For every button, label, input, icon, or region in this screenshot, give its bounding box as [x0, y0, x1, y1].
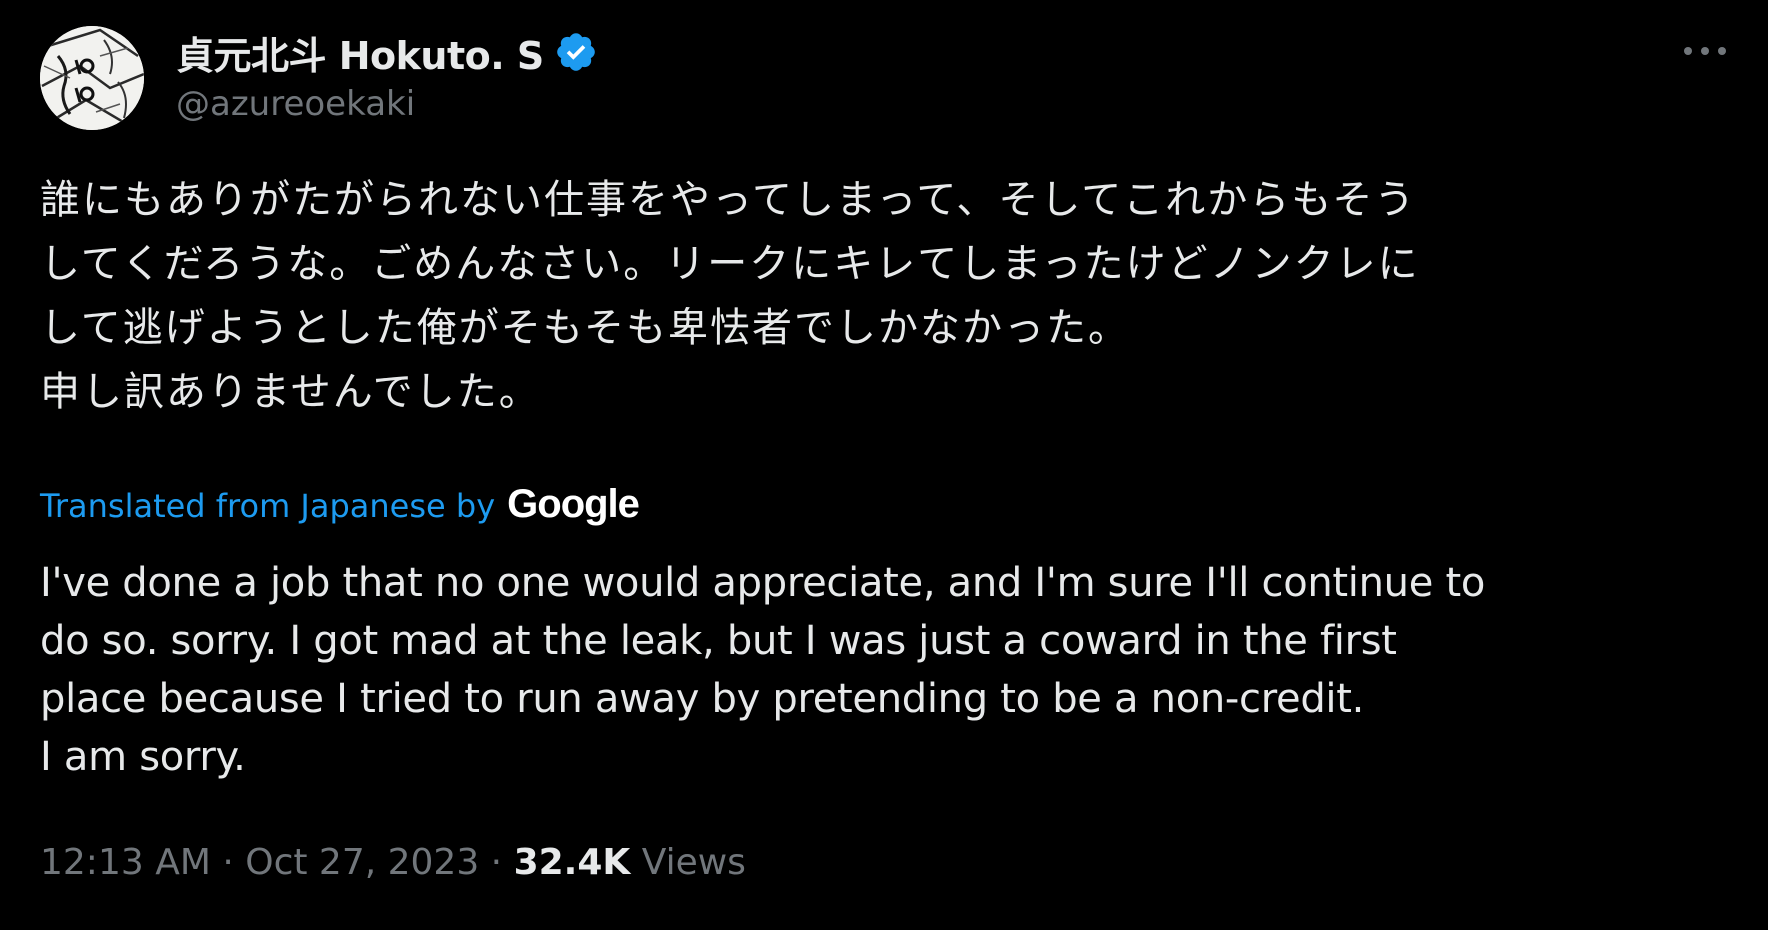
more-dot — [1684, 47, 1692, 55]
more-dot — [1701, 47, 1709, 55]
meta-separator: · — [479, 842, 514, 883]
more-options-icon[interactable] — [1684, 38, 1726, 64]
translation-attribution: Translated from Japanese by Google — [40, 482, 640, 527]
tweet-translated-text: I've done a job that no one would apprec… — [40, 560, 1486, 780]
tweet-date[interactable]: Oct 27, 2023 — [245, 842, 479, 883]
translation-link[interactable]: Translated from Japanese by — [40, 487, 495, 525]
tweet-time[interactable]: 12:13 AM — [40, 842, 211, 883]
display-name[interactable]: 貞元北斗 Hokuto. S — [176, 25, 544, 80]
avatar[interactable] — [40, 26, 144, 130]
views-count[interactable]: 32.4K — [514, 842, 631, 883]
tweet-header: 貞元北斗 Hokuto. S @azureoekaki — [176, 26, 598, 124]
views-label: Views — [641, 842, 746, 883]
avatar-image — [40, 26, 144, 130]
tweet-card: 貞元北斗 Hokuto. S @azureoekaki 誰にもありがたがられない… — [0, 0, 1768, 930]
tweet-original-text: 誰にもありがたがられない仕事をやってしまって、そしてこれからもそう してくだろう… — [40, 177, 1420, 415]
meta-separator: · — [210, 842, 246, 883]
more-dot — [1718, 47, 1726, 55]
tweet-meta: 12:13 AM · Oct 27, 2023 · 32.4K Views — [40, 842, 746, 883]
name-row: 貞元北斗 Hokuto. S — [176, 26, 598, 78]
verified-badge-icon[interactable] — [554, 30, 598, 74]
google-logo: Google — [507, 482, 640, 526]
user-handle[interactable]: @azureoekaki — [176, 84, 598, 124]
